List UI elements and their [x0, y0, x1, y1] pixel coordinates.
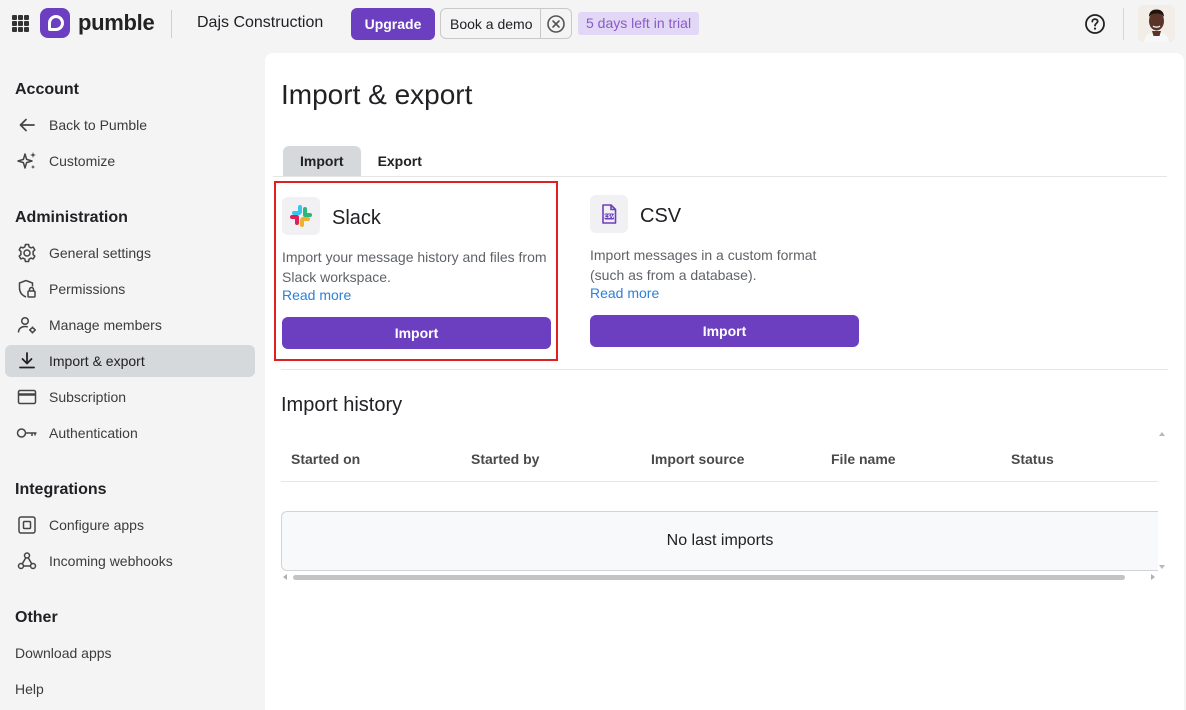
section-title-integrations: Integrations: [15, 481, 107, 498]
import-history-title: Import history: [281, 394, 403, 416]
sidebar-item-incoming-webhooks[interactable]: Incoming webhooks: [5, 545, 255, 577]
pumble-logo-icon: [40, 8, 70, 38]
trial-badge[interactable]: 5 days left in trial: [578, 12, 700, 35]
table-header: Started on Started by Import source File…: [281, 443, 1158, 482]
section-title-account: Account: [15, 81, 79, 98]
sidebar-item-import-export[interactable]: Import & export: [5, 345, 255, 377]
top-bar: pumble Dajs Construction Upgrade Book a …: [0, 0, 1186, 47]
divider: [1123, 8, 1124, 40]
section-title-other: Other: [15, 609, 58, 626]
help-icon[interactable]: [1084, 13, 1106, 35]
divider: [171, 10, 172, 38]
column-header-file-name[interactable]: File name: [831, 451, 896, 467]
sidebar-item-label: Authentication: [49, 425, 138, 441]
read-more-link[interactable]: Read more: [590, 285, 659, 301]
workspace-name[interactable]: Dajs Construction: [197, 14, 323, 32]
sidebar-item-back-to-pumble[interactable]: Back to Pumble: [5, 109, 255, 141]
settings-sidebar: Account Back to Pumble Customize Adminis…: [0, 47, 265, 710]
app-grid-icon[interactable]: [12, 15, 29, 32]
sidebar-item-customize[interactable]: Customize: [5, 145, 255, 177]
sidebar-item-general-settings[interactable]: General settings: [5, 237, 255, 269]
webhook-icon: [15, 549, 39, 573]
scroll-up-icon[interactable]: [1159, 432, 1165, 436]
main-panel: Import & export Import Export Slack Impo…: [265, 53, 1184, 710]
sidebar-item-label: Customize: [49, 153, 116, 169]
column-header-started-on[interactable]: Started on: [291, 451, 360, 467]
close-icon[interactable]: [540, 9, 571, 38]
arrow-left-icon: [15, 113, 39, 137]
credit-card-icon: [15, 385, 39, 409]
slack-logo-icon: [282, 197, 320, 235]
sidebar-item-permissions[interactable]: Permissions: [5, 273, 255, 305]
svg-text:CSV: CSV: [604, 214, 615, 220]
sidebar-item-label: Configure apps: [49, 517, 144, 533]
book-demo-button[interactable]: Book a demo: [441, 16, 540, 32]
key-icon: [15, 421, 39, 445]
scrollbar-thumb[interactable]: [293, 575, 1125, 580]
sidebar-item-authentication[interactable]: Authentication: [5, 417, 255, 449]
divider: [281, 369, 1168, 370]
slack-import-button[interactable]: Import: [282, 317, 551, 349]
column-header-import-source[interactable]: Import source: [651, 451, 744, 467]
scroll-left-icon[interactable]: [283, 574, 287, 580]
shield-lock-icon: [15, 277, 39, 301]
horizontal-scrollbar[interactable]: [283, 573, 1156, 581]
import-card-csv: CSV CSV Import messages in a custom form…: [585, 181, 869, 361]
column-header-started-by[interactable]: Started by: [471, 451, 539, 467]
tab-bar: Import Export: [283, 146, 439, 176]
card-title: CSV: [640, 205, 682, 227]
sidebar-item-label: Subscription: [49, 389, 127, 405]
section-title-administration: Administration: [15, 209, 128, 226]
card-title: Slack: [332, 207, 381, 229]
pumble-logo[interactable]: pumble: [40, 8, 155, 38]
sidebar-item-configure-apps[interactable]: Configure apps: [5, 509, 255, 541]
tab-export[interactable]: Export: [361, 146, 439, 176]
download-icon: [15, 349, 39, 373]
tab-import[interactable]: Import: [283, 146, 361, 176]
page-title: Import & export: [281, 79, 473, 110]
read-more-link[interactable]: Read more: [282, 287, 351, 303]
card-description: Import messages in a custom format (such…: [590, 247, 817, 283]
card-description: Import your message history and files fr…: [282, 249, 547, 285]
sparkle-icon: [15, 149, 39, 173]
sidebar-item-help[interactable]: Help: [15, 681, 44, 697]
import-card-slack: Slack Import your message history and fi…: [274, 181, 558, 361]
puzzle-icon: [15, 513, 39, 537]
scroll-right-icon[interactable]: [1151, 574, 1155, 580]
book-demo-group: Book a demo: [440, 8, 572, 39]
scroll-down-icon[interactable]: [1159, 565, 1165, 569]
sidebar-item-label: Permissions: [49, 281, 126, 297]
column-header-status[interactable]: Status: [1011, 451, 1054, 467]
sidebar-item-label: General settings: [49, 245, 151, 261]
brand-name: pumble: [78, 10, 155, 35]
csv-file-icon: CSV: [590, 195, 628, 233]
divider: [273, 176, 1167, 177]
gear-icon: [15, 241, 39, 265]
sidebar-item-label: Manage members: [49, 317, 162, 333]
empty-state-message: No last imports: [281, 511, 1158, 571]
upgrade-button[interactable]: Upgrade: [351, 8, 435, 40]
sidebar-item-label: Import & export: [49, 353, 145, 369]
csv-import-button[interactable]: Import: [590, 315, 859, 347]
user-gear-icon: [15, 313, 39, 337]
sidebar-item-label: Back to Pumble: [49, 117, 148, 133]
sidebar-item-download-apps[interactable]: Download apps: [15, 645, 112, 661]
avatar[interactable]: [1138, 5, 1175, 42]
sidebar-item-manage-members[interactable]: Manage members: [5, 309, 255, 341]
sidebar-item-subscription[interactable]: Subscription: [5, 381, 255, 413]
sidebar-item-label: Incoming webhooks: [49, 553, 173, 569]
